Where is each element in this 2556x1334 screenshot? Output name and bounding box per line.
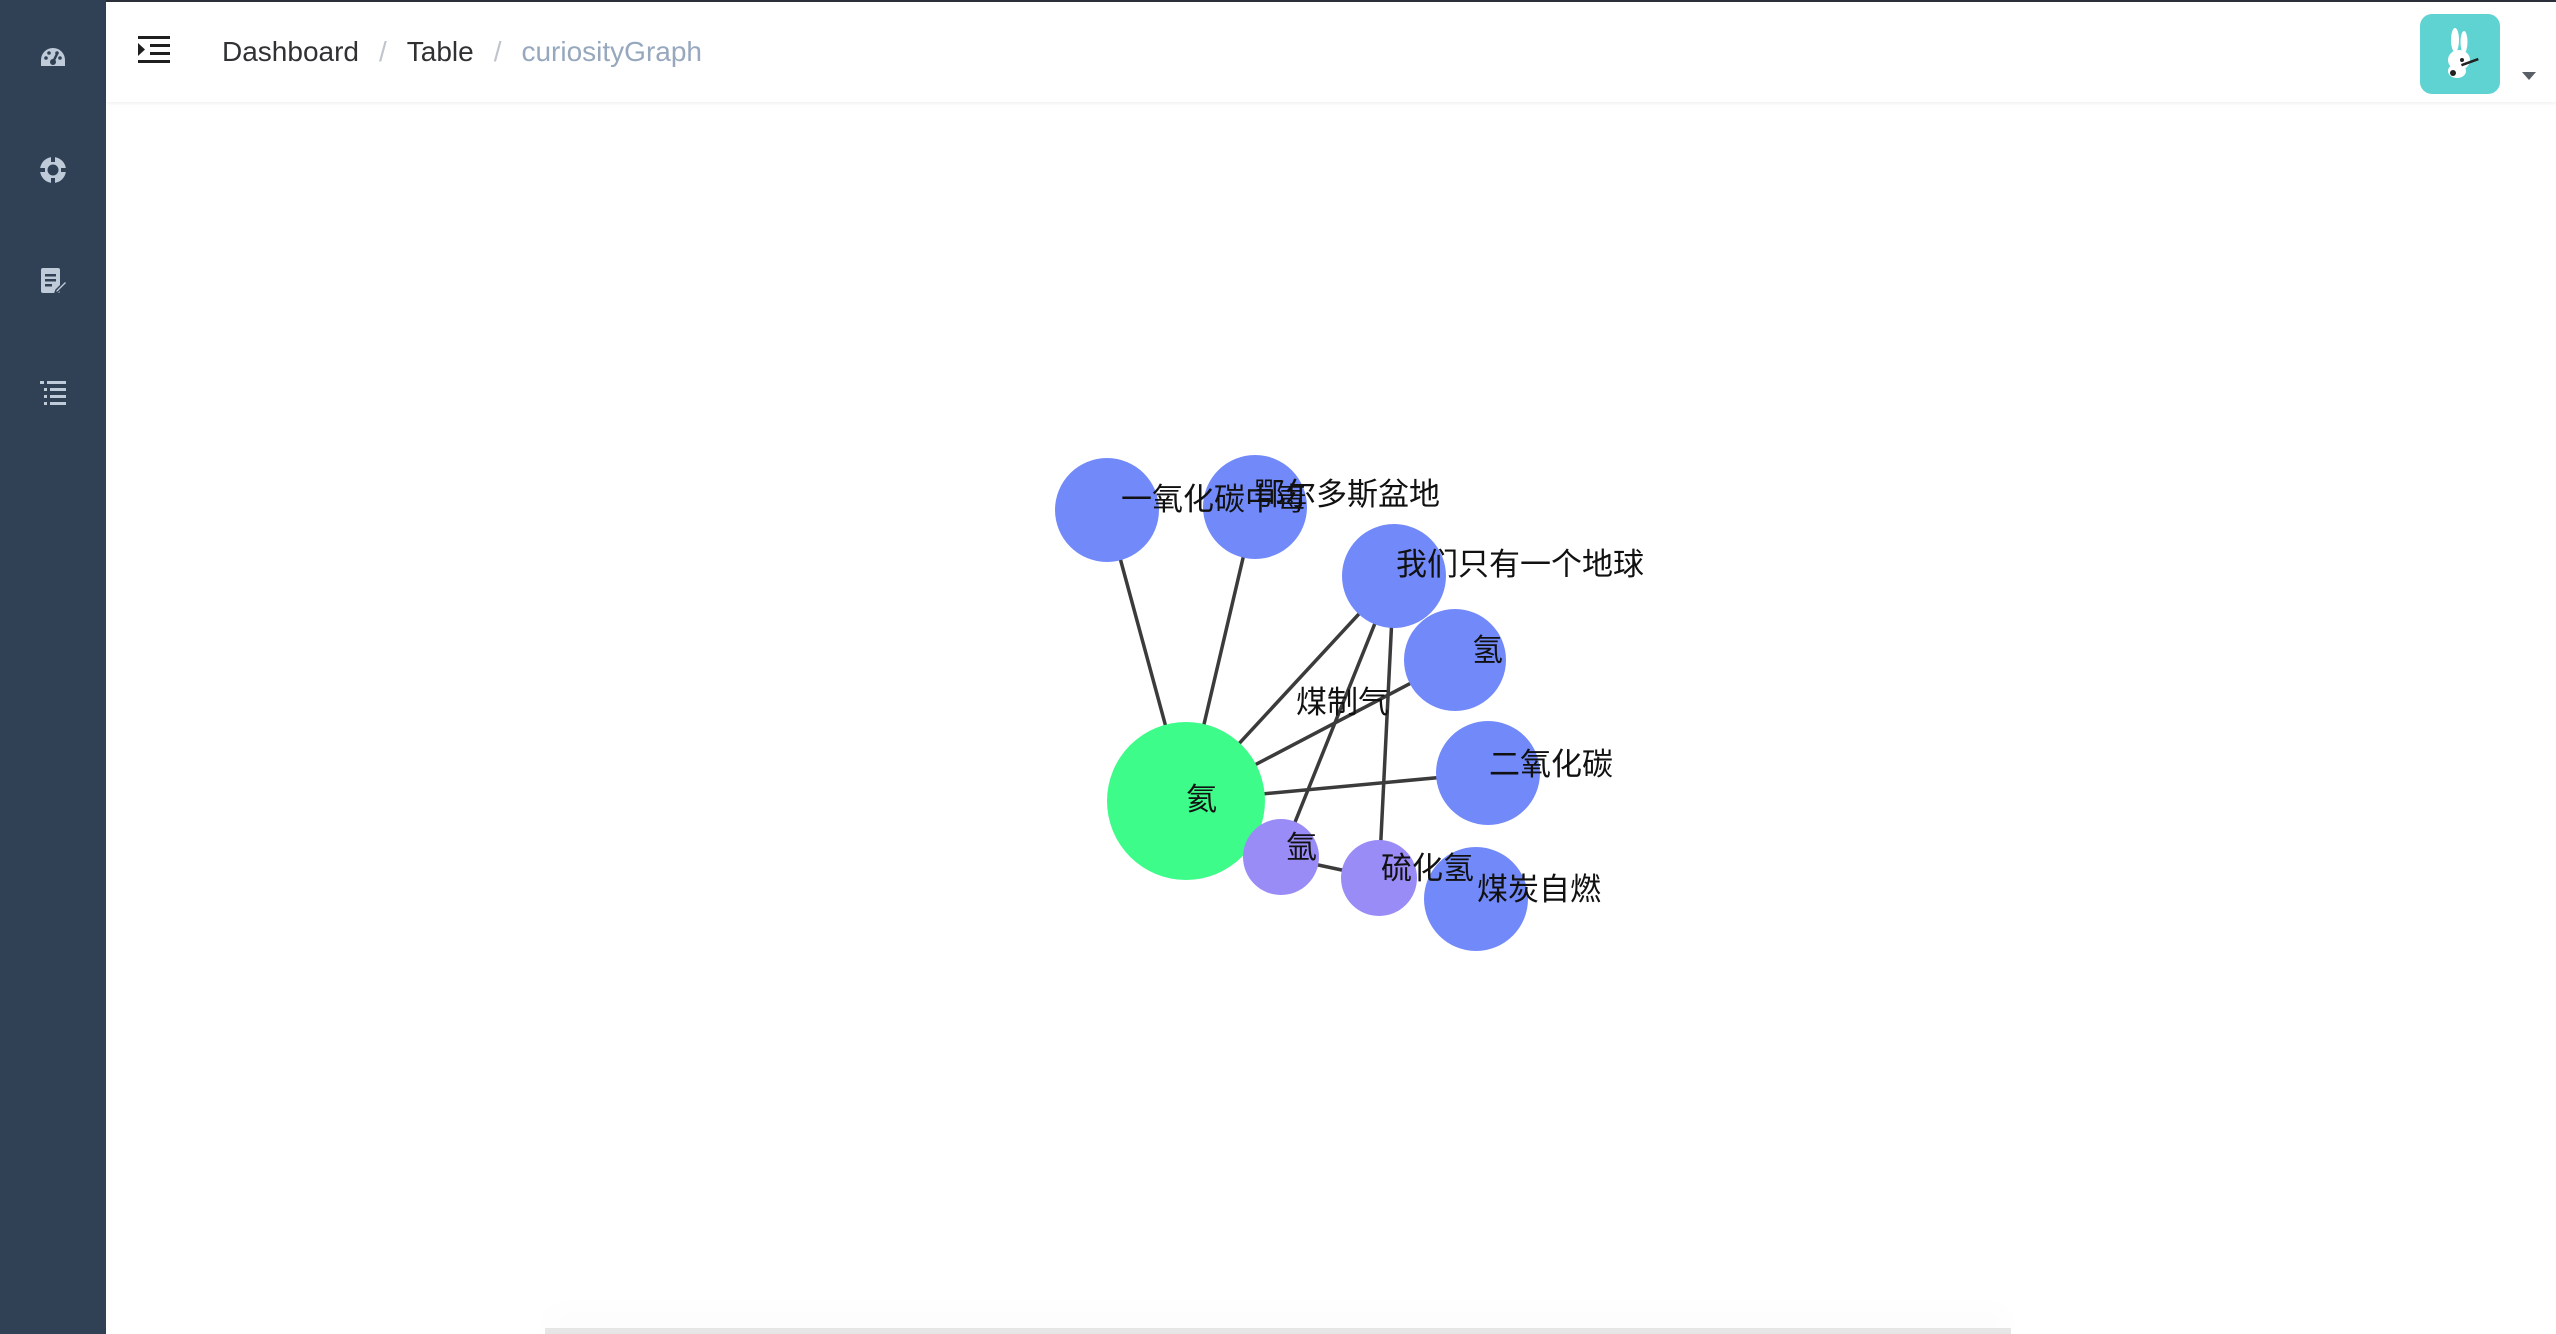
user-menu[interactable] <box>2420 14 2536 94</box>
chevron-down-icon[interactable] <box>2522 72 2536 80</box>
navbar: Dashboard / Table / curiosityGraph <box>106 0 2556 102</box>
sidebar-item-list[interactable] <box>0 353 106 433</box>
graph-node-label: 二氧化碳 <box>1489 747 1613 783</box>
document-edit-icon <box>38 266 68 296</box>
sidebar-item-help[interactable] <box>0 130 106 210</box>
rabbit-avatar-icon <box>2448 28 2479 78</box>
sidebar-toggle-button[interactable] <box>136 32 172 68</box>
sidebar-item-dashboard[interactable] <box>0 18 106 98</box>
graph-node-label: 煤炭自燃 <box>1477 872 1601 908</box>
footer-divider <box>545 1328 2011 1334</box>
sidebar <box>0 0 106 1334</box>
breadcrumb-current: curiosityGraph <box>521 36 702 67</box>
breadcrumb-table[interactable]: Table <box>407 36 474 68</box>
app-root: Dashboard / Table / curiosityGraph 氦 一氧化… <box>0 0 2556 1334</box>
graph-node-label: 煤制气 <box>1296 685 1389 721</box>
indent-icon <box>138 36 170 63</box>
graph-node-label: 氩 <box>1286 830 1317 866</box>
graph-node-label: 氦 <box>1186 782 1217 818</box>
graph-node-label: 鄂尔多斯盆地 <box>1254 477 1440 513</box>
lifebuoy-icon <box>38 155 68 185</box>
graph-node-label: 硫化氢 <box>1381 851 1474 887</box>
dashboard-icon <box>38 43 68 73</box>
breadcrumb-separator: / <box>378 36 387 67</box>
breadcrumb-separator: / <box>493 36 502 67</box>
breadcrumb-dashboard[interactable]: Dashboard <box>222 36 359 68</box>
graph-node-label: 氢 <box>1472 633 1503 669</box>
avatar[interactable] <box>2420 14 2500 94</box>
graph-canvas[interactable]: 氦一氧化碳中毒鄂尔多斯盆地我们只有一个地球氢二氧化碳煤炭自燃氩硫化氢煤制气 <box>106 102 2556 1334</box>
list-icon <box>38 378 68 408</box>
graph-node-label: 我们只有一个地球 <box>1396 547 1644 583</box>
sidebar-item-form[interactable] <box>0 241 106 321</box>
breadcrumb: Dashboard / Table / curiosityGraph <box>222 2 702 102</box>
knowledge-graph[interactable]: 氦一氧化碳中毒 鄂尔多斯盆地 我们只有一个地球氢二氧化碳 煤炭自燃氩硫化氢 煤制气 <box>106 102 2556 1334</box>
